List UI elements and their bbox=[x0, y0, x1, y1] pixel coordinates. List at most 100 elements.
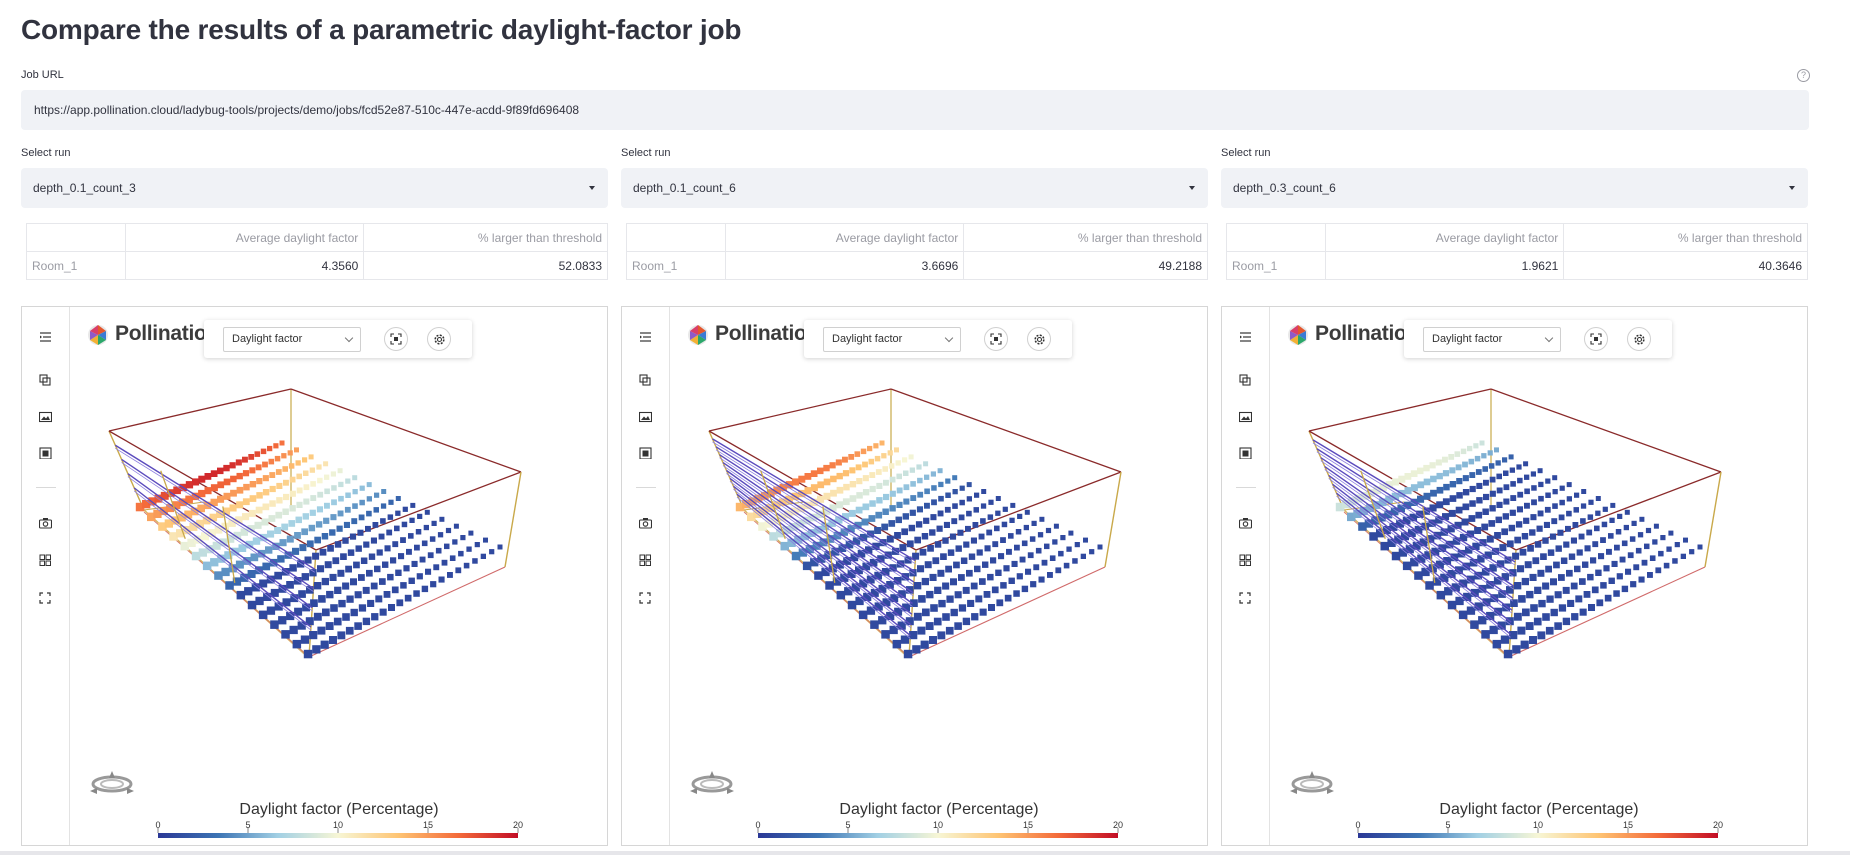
settings-button[interactable] bbox=[427, 327, 451, 351]
sensor-point bbox=[249, 495, 257, 502]
sensor-point bbox=[1000, 582, 1007, 589]
sensor-point bbox=[210, 484, 218, 492]
sensor-point bbox=[1455, 506, 1463, 514]
image-icon[interactable] bbox=[1239, 411, 1252, 423]
sensor-point bbox=[921, 533, 929, 540]
sensor-point bbox=[1494, 532, 1501, 539]
camera-icon[interactable] bbox=[39, 517, 52, 529]
sensor-point bbox=[1503, 470, 1509, 476]
sensor-point bbox=[1501, 528, 1508, 536]
grid-map-icon[interactable] bbox=[1239, 447, 1252, 459]
sensor-point bbox=[256, 492, 263, 499]
image-icon[interactable] bbox=[639, 411, 652, 423]
sensor-point bbox=[940, 553, 947, 560]
sensor-point bbox=[953, 561, 960, 569]
sensor-point bbox=[951, 518, 958, 525]
sensor-point bbox=[351, 518, 358, 525]
sensor-point bbox=[386, 529, 393, 536]
sensor-point bbox=[1013, 590, 1020, 597]
pollination-logo: Pollination bbox=[86, 321, 219, 347]
sensor-point bbox=[1603, 565, 1610, 572]
model-viewer[interactable]: Pollination Daylight factor Daylight facto… bbox=[21, 306, 608, 846]
sensor-point bbox=[1404, 487, 1412, 495]
sensor-point bbox=[937, 631, 946, 640]
grid-map-icon[interactable] bbox=[39, 447, 52, 459]
outline-icon[interactable] bbox=[39, 331, 52, 343]
settings-button[interactable] bbox=[1027, 327, 1051, 351]
table-header-cell: % larger than threshold bbox=[363, 223, 608, 252]
sensor-point bbox=[1600, 582, 1607, 589]
display-metric-select[interactable]: Daylight factor bbox=[1423, 327, 1561, 352]
sensor-point bbox=[288, 463, 295, 469]
sensor-point bbox=[1515, 521, 1523, 528]
model-viewer[interactable]: Pollination Daylight factor Daylight facto… bbox=[1221, 306, 1808, 846]
sensor-point bbox=[315, 521, 323, 528]
outline-icon[interactable] bbox=[1239, 331, 1252, 343]
daylight-3d-scene[interactable] bbox=[670, 367, 1208, 767]
sensor-point bbox=[1489, 476, 1496, 483]
sensor-point bbox=[1531, 499, 1537, 506]
camera-icon[interactable] bbox=[1239, 517, 1252, 529]
sensor-point bbox=[262, 461, 268, 468]
sensor-point bbox=[960, 557, 968, 564]
display-metric-select[interactable]: Daylight factor bbox=[223, 327, 361, 352]
run-select[interactable]: depth_0.3_count_6 bbox=[1221, 168, 1808, 208]
sensor-point bbox=[1509, 509, 1516, 516]
sensor-point bbox=[1039, 516, 1045, 522]
sensor-point bbox=[1475, 469, 1482, 475]
run-select[interactable]: depth_0.1_count_6 bbox=[621, 168, 1208, 208]
sensor-point bbox=[480, 553, 486, 559]
fit-view-button[interactable] bbox=[984, 327, 1008, 351]
sensor-point bbox=[248, 509, 256, 517]
views-icon[interactable] bbox=[639, 554, 652, 566]
layers-icon[interactable] bbox=[639, 374, 652, 386]
run-select[interactable]: depth_0.1_count_3 bbox=[21, 168, 608, 208]
grid-map-icon[interactable] bbox=[639, 447, 652, 459]
outline-icon[interactable] bbox=[639, 331, 652, 343]
daylight-3d-scene[interactable] bbox=[70, 367, 608, 767]
fit-view-button[interactable] bbox=[1584, 327, 1608, 351]
compass-icon[interactable] bbox=[84, 769, 140, 799]
help-icon[interactable]: ? bbox=[1797, 69, 1810, 82]
sensor-point bbox=[1578, 533, 1585, 540]
image-icon[interactable] bbox=[39, 411, 52, 423]
job-url-input[interactable]: https://app.pollination.cloud/ladybug-to… bbox=[21, 90, 1809, 130]
sensor-point bbox=[1558, 514, 1565, 521]
sensor-point bbox=[945, 492, 951, 498]
layers-icon[interactable] bbox=[39, 374, 52, 386]
sensor-point bbox=[302, 457, 308, 463]
chevron-down-icon bbox=[344, 333, 354, 343]
sensor-point bbox=[1015, 529, 1022, 535]
fit-view-button[interactable] bbox=[384, 327, 408, 351]
table-header-cell: Average daylight factor bbox=[1324, 223, 1565, 252]
sensor-point bbox=[281, 523, 289, 531]
sensor-point bbox=[1469, 485, 1476, 493]
model-viewer[interactable]: Pollination Daylight factor Daylight facto… bbox=[621, 306, 1208, 846]
sensor-point bbox=[259, 579, 268, 588]
sensor-point bbox=[1653, 523, 1659, 529]
legend-tick-label: 10 bbox=[333, 820, 343, 830]
camera-icon[interactable] bbox=[639, 517, 652, 529]
settings-button[interactable] bbox=[1627, 327, 1651, 351]
sensor-point bbox=[912, 645, 921, 654]
fullscreen-icon[interactable] bbox=[639, 592, 652, 604]
sensor-point bbox=[286, 581, 294, 589]
sensor-point bbox=[1462, 461, 1468, 468]
layers-icon[interactable] bbox=[1239, 374, 1252, 386]
sensor-point bbox=[1590, 557, 1597, 564]
sensor-point bbox=[247, 570, 256, 578]
sensor-point bbox=[976, 549, 983, 556]
sensor-point bbox=[937, 569, 945, 577]
fullscreen-icon[interactable] bbox=[39, 592, 52, 604]
sensor-point bbox=[991, 586, 999, 594]
daylight-3d-scene[interactable] bbox=[1270, 367, 1808, 767]
sensor-point bbox=[1481, 630, 1490, 639]
compass-icon[interactable] bbox=[1284, 769, 1340, 799]
compass-icon[interactable] bbox=[684, 769, 740, 799]
views-icon[interactable] bbox=[39, 554, 52, 566]
views-icon[interactable] bbox=[1239, 554, 1252, 566]
sensor-point bbox=[300, 635, 310, 644]
sensor-point bbox=[970, 537, 977, 544]
display-metric-select[interactable]: Daylight factor bbox=[823, 327, 961, 352]
fullscreen-icon[interactable] bbox=[1239, 592, 1252, 604]
